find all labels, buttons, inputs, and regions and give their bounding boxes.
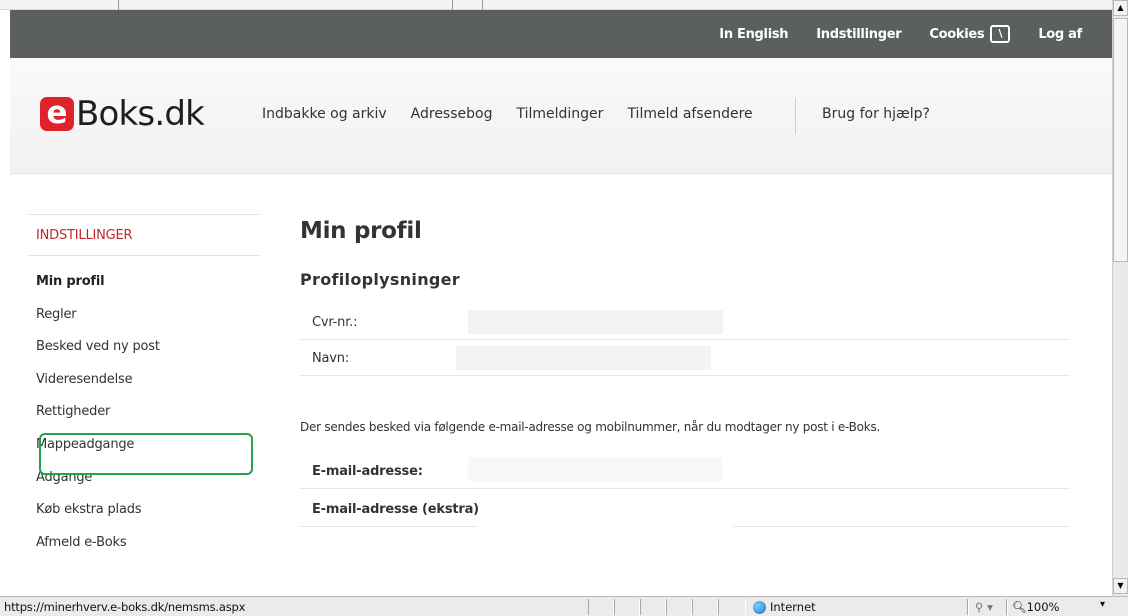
in-english-label: In English (719, 26, 789, 42)
nav-subscribe-senders[interactable]: Tilmeld afsendere (627, 106, 752, 122)
profile-fields: Cvr-nr.: Navn: (300, 304, 1070, 376)
utility-links: In English Indstillinger Cookies \ Log a… (719, 10, 1082, 58)
chrome-divider (452, 0, 453, 10)
zoom-control[interactable]: 🔍︎100% (1012, 600, 1060, 614)
main-nav: Indbakke og arkiv Adressebog Tilmeldinge… (262, 106, 753, 122)
sidebar-item-videresendelse[interactable]: Videresendelse (28, 364, 260, 397)
scroll-up-button[interactable]: ▲ (1113, 0, 1128, 16)
utility-bar: In English Indstillinger Cookies \ Log a… (10, 10, 1112, 58)
nav-divider (795, 98, 796, 134)
cvr-row: Cvr-nr.: (300, 304, 1070, 340)
help-link[interactable]: Brug for hjælp? (822, 106, 930, 122)
status-pane (588, 599, 614, 615)
browser-status-bar: https://minerhverv.e-boks.dk/nemsms.aspx… (0, 596, 1128, 616)
nav-subscriptions[interactable]: Tilmeldinger (516, 106, 603, 122)
sidebar-item-afmeld-eboks[interactable]: Afmeld e-Boks (28, 527, 260, 560)
protected-mode-icon[interactable]: ⚲ ▾ (975, 600, 993, 614)
zone-label: Internet (770, 600, 816, 614)
scroll-down-button[interactable]: ▼ (1113, 578, 1128, 594)
sidebar-item-rettigheder[interactable]: Rettigheder (28, 396, 260, 429)
status-pane (967, 599, 969, 615)
email-label: E-mail-adresse: (312, 464, 423, 479)
scroll-thumb[interactable] (1113, 18, 1128, 262)
name-value (456, 346, 711, 370)
cookie-icon: \ (990, 25, 1011, 43)
row-divider (733, 526, 1070, 527)
cookies-link[interactable]: Cookies \ (929, 25, 1011, 43)
browser-chrome-strip (0, 0, 1112, 10)
section-title: Profiloplysninger (300, 270, 460, 289)
sidebar-item-mappeadgange[interactable]: Mappeadgange (28, 429, 260, 462)
row-divider (300, 526, 478, 527)
sidebar-item-adgange[interactable]: Adgange (28, 462, 260, 495)
profile-main: Min profil Profiloplysninger Cvr-nr.: Na… (300, 218, 1072, 527)
zoom-dropdown-icon[interactable]: ▾ (1100, 599, 1105, 610)
name-row: Navn: (300, 340, 1070, 376)
status-pane (1006, 599, 1008, 615)
cvr-value (468, 310, 723, 334)
cookies-label: Cookies (929, 26, 985, 42)
status-pane (718, 599, 746, 615)
sidebar-item-koeb-ekstra-plads[interactable]: Køb ekstra plads (28, 494, 260, 527)
logo-wordmark: Boks.dk (76, 94, 205, 134)
status-zone: Internet (753, 600, 816, 614)
status-pane (666, 599, 692, 615)
site-header: e Boks.dk Indbakke og arkiv Adressebog T… (10, 58, 1112, 174)
sidebar-item-besked-ved-ny-post[interactable]: Besked ved ny post (28, 331, 260, 364)
nav-inbox-archive[interactable]: Indbakke og arkiv (262, 106, 387, 122)
sidebar-item-regler[interactable]: Regler (28, 299, 260, 332)
status-pane (614, 599, 640, 615)
status-pane (692, 599, 718, 615)
notification-notice: Der sendes besked via følgende e-mail-ad… (300, 420, 881, 434)
settings-sidebar: INDSTILLINGER Min profil Regler Besked v… (28, 214, 260, 559)
email-row: E-mail-adresse: (300, 451, 1070, 489)
zoom-label: 100% (1026, 600, 1060, 614)
magnifier-icon: 🔍︎ (1012, 600, 1027, 614)
sidebar-menu: Min profil Regler Besked ved ny post Vid… (28, 266, 260, 559)
contact-fields: E-mail-adresse: E-mail-adresse (ekstra): (300, 451, 1070, 527)
chrome-divider (118, 0, 119, 10)
in-english-link[interactable]: In English (719, 27, 788, 42)
email-value (468, 457, 723, 481)
cvr-label: Cvr-nr.: (312, 315, 358, 330)
logo-e-mark: e (40, 97, 74, 131)
nav-address-book[interactable]: Adressebog (411, 106, 493, 122)
email-extra-value (480, 495, 735, 519)
sidebar-item-min-profil[interactable]: Min profil (28, 266, 260, 299)
status-pane (640, 599, 666, 615)
settings-label: Indstillinger (816, 26, 902, 42)
chrome-divider (482, 0, 483, 10)
eboks-logo[interactable]: e Boks.dk (40, 94, 205, 134)
name-label: Navn: (312, 351, 350, 366)
logout-label: Log af (1038, 26, 1082, 42)
email-extra-label: E-mail-adresse (ekstra): (312, 502, 484, 517)
logout-link[interactable]: Log af (1038, 27, 1082, 42)
page-content: INDSTILLINGER Min profil Regler Besked v… (10, 174, 1112, 596)
status-url: https://minerhverv.e-boks.dk/nemsms.aspx (4, 600, 246, 614)
sidebar-heading: INDSTILLINGER (28, 214, 260, 256)
vertical-scrollbar[interactable]: ▲ ▼ (1112, 0, 1128, 596)
globe-icon (753, 600, 766, 614)
page-title: Min profil (300, 218, 422, 244)
email-extra-row: E-mail-adresse (ekstra): (300, 489, 1070, 527)
settings-link[interactable]: Indstillinger (816, 27, 901, 42)
